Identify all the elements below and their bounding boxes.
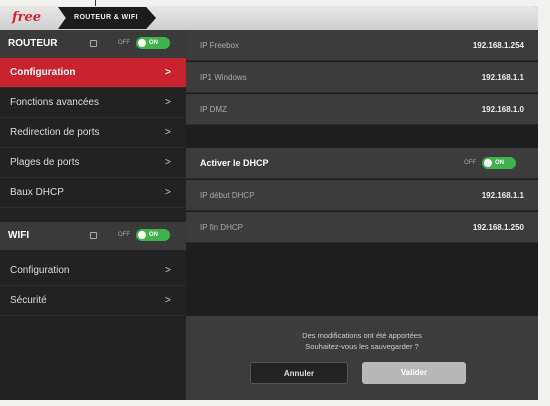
toggle-knob — [138, 231, 146, 239]
toggle-off-label: OFF — [464, 160, 476, 166]
wifi-toggle[interactable]: OFF ON — [118, 228, 178, 242]
save-message-line: Souhaitez-vous les sauvegarder ? — [305, 342, 419, 351]
chevron-right-icon: > — [165, 97, 171, 108]
dhcp-toggle-row[interactable]: Activer le DHCP OFF ON — [186, 148, 538, 179]
settings-icon[interactable] — [90, 232, 97, 239]
sidebar-item-label: Configuration — [10, 265, 70, 276]
toggle-off-label: OFF — [118, 232, 130, 238]
toggle-knob — [138, 39, 146, 47]
sidebar-item-securite[interactable]: Sécurité > — [0, 286, 186, 316]
wifi-section-header: WIFI OFF ON — [0, 222, 186, 250]
sidebar-item-redirection-de-ports[interactable]: Redirection de ports > — [0, 118, 186, 148]
chevron-right-icon: > — [165, 187, 171, 198]
row-label: IP début DHCP — [200, 191, 255, 200]
chevron-right-icon: > — [165, 157, 171, 168]
chevron-right-icon: > — [165, 127, 171, 138]
row-value[interactable]: 192.168.1.254 — [473, 30, 524, 61]
sidebar-item-label: Redirection de ports — [10, 127, 100, 138]
toggle-off-label: OFF — [118, 40, 130, 46]
main-content: IP Freebox 192.168.1.254 IP1 Windows 192… — [186, 30, 538, 400]
sidebar-item-label: Configuration — [10, 67, 76, 78]
ip-freebox-row[interactable]: IP Freebox 192.168.1.254 — [186, 30, 538, 61]
top-bar: free ROUTEUR & WIFI — [0, 6, 538, 30]
wifi-title: WIFI — [8, 230, 30, 241]
toggle-switch[interactable]: ON — [136, 229, 170, 241]
ip-windows-row[interactable]: IP1 Windows 192.168.1.1 — [186, 62, 538, 93]
row-label: IP Freebox — [200, 41, 239, 50]
routeur-section-header: ROUTEUR OFF ON — [0, 30, 186, 58]
sidebar-item-configuration[interactable]: Configuration > — [0, 58, 186, 88]
toggle-knob — [484, 159, 492, 167]
chevron-right-icon: > — [165, 295, 171, 306]
dhcp-toggle[interactable]: OFF ON — [464, 156, 524, 170]
routeur-title: ROUTEUR — [8, 38, 58, 49]
row-value[interactable]: 192.168.1.250 — [473, 212, 524, 243]
save-message: Des modifications ont été apportées Souh… — [186, 330, 538, 352]
chevron-right-icon: > — [165, 265, 171, 276]
dhcp-start-row[interactable]: IP début DHCP 192.168.1.1 — [186, 180, 538, 211]
breadcrumb[interactable]: ROUTEUR & WIFI — [58, 7, 156, 29]
sidebar-item-baux-dhcp[interactable]: Baux DHCP > — [0, 178, 186, 208]
sidebar-item-label: Sécurité — [10, 295, 47, 306]
routeur-toggle[interactable]: OFF ON — [118, 36, 178, 50]
save-message-line: Des modifications ont été apportées — [302, 331, 422, 340]
row-value[interactable]: 192.168.1.1 — [482, 180, 524, 211]
row-label: IP fin DHCP — [200, 223, 243, 232]
toggle-switch[interactable]: ON — [136, 37, 170, 49]
chevron-right-icon: > — [165, 67, 171, 78]
sidebar-item-label: Baux DHCP — [10, 187, 64, 198]
sidebar-item-label: Fonctions avancées — [10, 97, 99, 108]
dhcp-end-row[interactable]: IP fin DHCP 192.168.1.250 — [186, 212, 538, 243]
row-value[interactable]: 192.168.1.1 — [482, 62, 524, 93]
free-logo[interactable]: free — [8, 9, 45, 27]
toggle-on-label: ON — [149, 40, 158, 46]
toggle-on-label: ON — [495, 160, 504, 166]
toggle-on-label: ON — [149, 232, 158, 238]
dhcp-title: Activer le DHCP — [200, 158, 269, 168]
validate-button[interactable]: Valider — [362, 362, 466, 384]
sidebar-item-wifi-configuration[interactable]: Configuration > — [0, 256, 186, 286]
sidebar-item-plages-de-ports[interactable]: Plages de ports > — [0, 148, 186, 178]
save-changes-bar: Des modifications ont été apportées Souh… — [186, 316, 538, 400]
row-label: IP1 Windows — [200, 73, 247, 82]
row-value[interactable]: 192.168.1.0 — [482, 94, 524, 125]
router-screen: free ROUTEUR & WIFI ROUTEUR OFF ON Confi… — [0, 6, 538, 400]
toggle-switch[interactable]: ON — [482, 157, 516, 169]
settings-icon[interactable] — [90, 40, 97, 47]
sidebar: ROUTEUR OFF ON Configuration > Fonctions… — [0, 30, 186, 400]
sidebar-item-label: Plages de ports — [10, 157, 80, 168]
sidebar-item-fonctions-avancees[interactable]: Fonctions avancées > — [0, 88, 186, 118]
row-label: IP DMZ — [200, 105, 227, 114]
cancel-button[interactable]: Annuler — [250, 362, 348, 384]
ip-dmz-row[interactable]: IP DMZ 192.168.1.0 — [186, 94, 538, 125]
